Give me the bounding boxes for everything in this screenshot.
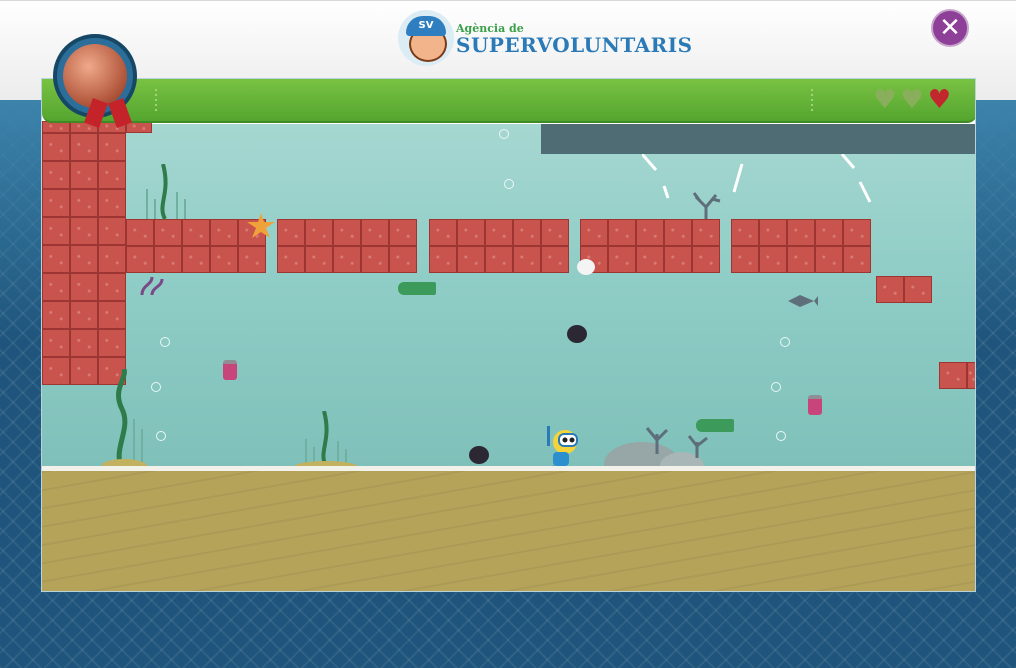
fish-skeleton-icon — [788, 295, 818, 307]
logo-text: Agència de SUPERVOLUNTARIS — [456, 22, 693, 55]
agency-logo: SV Agència de SUPERVOLUNTARIS — [398, 10, 693, 66]
bubble — [504, 179, 514, 189]
lives-hearts: ♥ ♥ ♥ — [873, 87, 951, 113]
bubble — [771, 382, 781, 392]
brick-row-1b — [126, 246, 266, 273]
coral-icon — [140, 276, 164, 296]
close-icon: ✕ — [939, 13, 961, 43]
seaweed-icon — [102, 369, 148, 469]
brick-row-2 — [277, 219, 417, 246]
brick-block-right — [876, 276, 932, 303]
bubble — [160, 337, 170, 347]
rock-ledge — [541, 124, 975, 154]
brick-row-5b — [731, 246, 871, 273]
brick-wall-left — [42, 133, 126, 386]
bubble — [499, 129, 509, 139]
brick-row-3 — [429, 219, 569, 246]
starfish-icon — [247, 213, 275, 238]
avatar-cap: SV — [406, 16, 446, 36]
bottle-icon — [398, 282, 436, 295]
can-icon — [223, 360, 237, 380]
brick-block-far-right — [939, 362, 975, 389]
sandy-seabed — [42, 466, 975, 591]
bubble-splash — [577, 259, 595, 275]
bubble — [776, 431, 786, 441]
bubble — [780, 337, 790, 347]
brick-row-2b — [277, 246, 417, 273]
heart-empty-icon: ♥ — [900, 85, 924, 115]
hud-divider — [811, 89, 813, 111]
sea-mine-icon — [469, 446, 489, 464]
can-icon — [808, 395, 822, 415]
heart-full-icon: ♥ — [927, 85, 951, 115]
heart-empty-icon: ♥ — [873, 85, 897, 115]
hud-divider — [155, 89, 157, 111]
sea-mine-icon — [567, 325, 587, 343]
seaweed-icon — [146, 164, 186, 220]
brick-row-4b — [580, 246, 720, 273]
logo-title: SUPERVOLUNTARIS — [456, 32, 693, 57]
hud-bar: ♥ ♥ ♥ — [42, 79, 975, 123]
game-frame[interactable]: ♥ ♥ ♥ — [41, 78, 976, 592]
close-button[interactable]: ✕ — [931, 9, 969, 47]
brick-row-3b — [429, 246, 569, 273]
bottle-icon — [696, 419, 734, 432]
light-rays — [642, 154, 872, 203]
superhero-avatar-icon: SV — [398, 10, 454, 66]
seaweed-icon — [294, 411, 358, 471]
